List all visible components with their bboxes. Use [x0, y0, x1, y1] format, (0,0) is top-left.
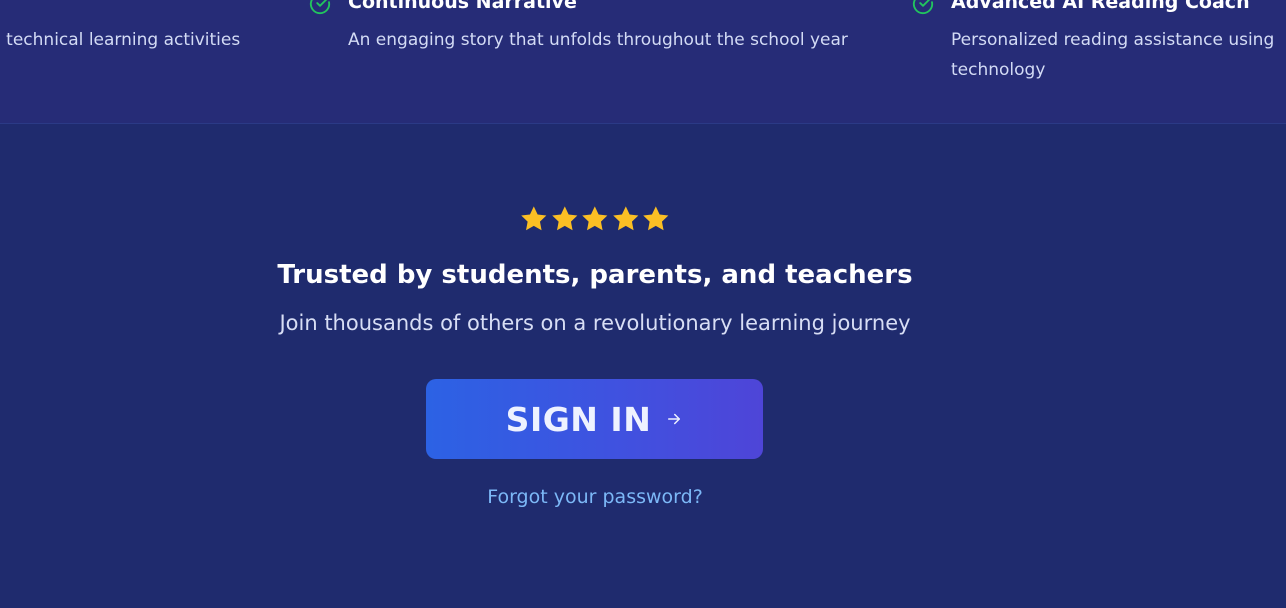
check-circle-icon [912, 0, 934, 15]
feature-description: h technical learning activities [0, 30, 241, 50]
trust-subline: Join thousands of others on a revolution… [279, 311, 911, 335]
feature-description: Personalized reading assistance using te… [951, 30, 1275, 80]
trust-section: Trusted by students, parents, and teache… [0, 124, 1286, 608]
star-icon [643, 206, 669, 231]
star-icon [613, 206, 639, 231]
check-circle-icon [309, 0, 331, 15]
star-icon [521, 206, 547, 231]
sign-in-button[interactable]: SIGN IN [426, 379, 763, 459]
rating-stars [519, 204, 671, 234]
star-icon [582, 206, 608, 231]
feature-description: An engaging story that unfolds throughou… [348, 30, 848, 50]
forgot-password-link[interactable]: Forgot your password? [0, 482, 1190, 512]
feature-title: Continuous Narrative [348, 0, 577, 13]
trust-headline: Trusted by students, parents, and teache… [277, 260, 913, 290]
feature-title: Advanced AI Reading Coach [951, 0, 1250, 13]
features-section: l h technical learning activities Contin… [0, 0, 1286, 124]
sign-in-label: SIGN IN [505, 399, 652, 439]
star-icon [551, 206, 577, 231]
arrow-right-icon [668, 413, 681, 425]
